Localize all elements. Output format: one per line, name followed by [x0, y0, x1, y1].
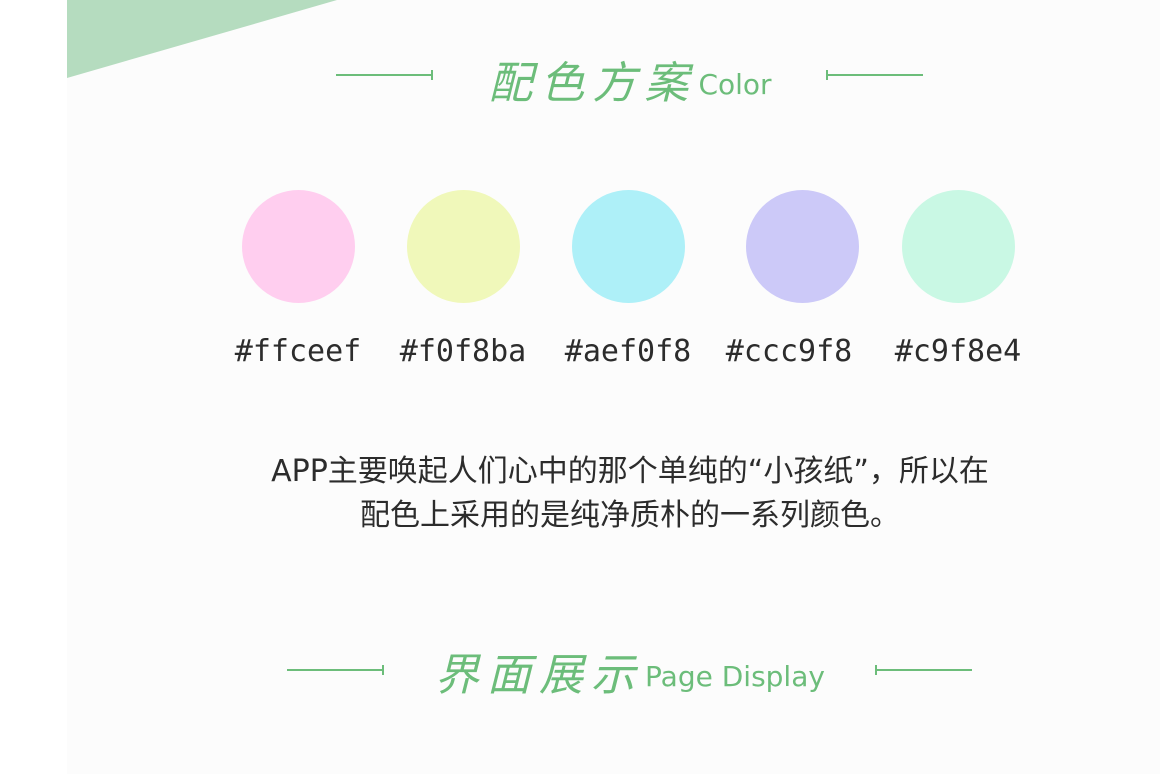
color-section-title: 配色方案 Color — [440, 44, 820, 114]
page-title-en: Page Display — [645, 659, 825, 693]
color-swatch-mint — [902, 190, 1015, 303]
description-line-1: APP主要唤起人们心中的那个单纯的“小孩纸”，所以在 — [271, 454, 989, 489]
title-rule-left — [287, 665, 384, 675]
description-line-2: 配色上采用的是纯净质朴的一系列颜色。 — [360, 498, 900, 533]
page-section-title: 界面展示 Page Display — [400, 636, 860, 706]
hex-label: #f0f8ba — [399, 334, 527, 369]
color-title-cn: 配色方案 — [488, 58, 697, 109]
color-swatch-purple — [746, 190, 859, 303]
hex-label: #ffceef — [234, 334, 362, 369]
title-rule-right — [875, 665, 972, 675]
title-rule-left — [336, 70, 433, 80]
color-description: APP主要唤起人们心中的那个单纯的“小孩纸”，所以在 配色上采用的是纯净质朴的一… — [200, 450, 1060, 538]
page-title-cn: 界面展示 — [435, 650, 644, 701]
color-swatch-pink — [242, 190, 355, 303]
color-title-en: Color — [698, 67, 772, 101]
hex-label: #c9f8e4 — [894, 334, 1022, 369]
hex-label: #aef0f8 — [564, 334, 692, 369]
title-rule-right — [826, 70, 923, 80]
color-swatch-cyan — [572, 190, 685, 303]
hex-label: #ccc9f8 — [725, 334, 853, 369]
color-swatch-yellow — [407, 190, 520, 303]
